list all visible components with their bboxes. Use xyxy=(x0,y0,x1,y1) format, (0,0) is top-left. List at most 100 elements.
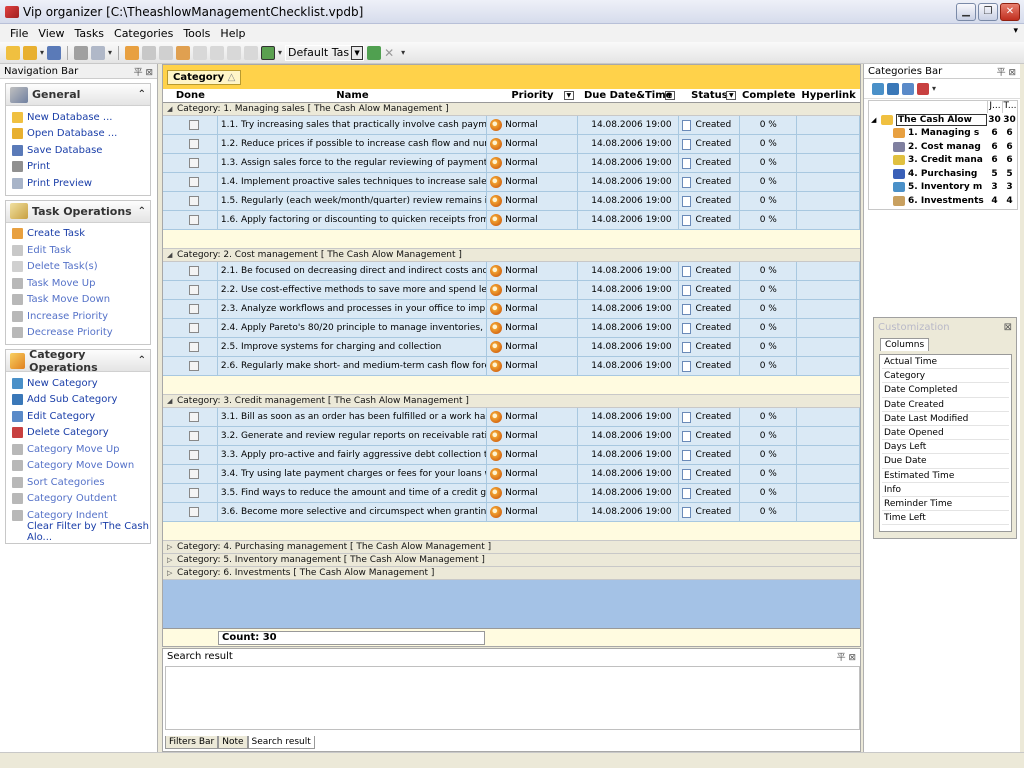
hyperlink-cell[interactable] xyxy=(797,357,861,375)
hyperlink-cell[interactable] xyxy=(797,319,861,337)
menu-file[interactable]: File xyxy=(10,27,28,40)
column-list-item[interactable]: Info xyxy=(882,483,1009,497)
column-list-item[interactable]: Category xyxy=(882,369,1009,384)
complete-cell[interactable]: 0 % xyxy=(740,173,798,191)
task-name-cell[interactable]: 2.5. Improve systems for charging and co… xyxy=(218,338,488,356)
priority-cell[interactable]: Normal xyxy=(487,503,578,521)
priority-cell[interactable]: Normal xyxy=(487,357,578,375)
table-row[interactable]: 2.1. Be focused on decreasing direct and… xyxy=(163,262,861,281)
delete-task-icon[interactable] xyxy=(159,45,174,60)
due-date-cell[interactable]: 14.08.2006 19:00 xyxy=(578,319,679,337)
tree-node[interactable]: 3. Credit mana 6 6 xyxy=(869,154,1017,168)
status-cell[interactable]: Created xyxy=(679,446,741,464)
task-name-cell[interactable]: 3.4. Try using late payment charges or f… xyxy=(218,465,488,483)
nav-item-new-database[interactable]: New Database ... xyxy=(6,109,150,126)
table-row[interactable]: 1.4. Implement proactive sales technique… xyxy=(163,173,861,192)
status-cell[interactable]: Created xyxy=(679,484,741,502)
status-cell[interactable]: Created xyxy=(679,427,741,445)
task-name-cell[interactable]: 3.3. Apply pro-active and fairly aggress… xyxy=(218,446,488,464)
expand-icon[interactable]: ▷ xyxy=(167,556,177,564)
task-name-cell[interactable]: 1.5. Regularly (each week/month/quarter)… xyxy=(218,192,488,210)
nav-item-increase-priority[interactable]: Increase Priority xyxy=(6,308,150,325)
menu-tasks[interactable]: Tasks xyxy=(75,27,104,40)
task-name-cell[interactable]: 3.5. Find ways to reduce the amount and … xyxy=(218,484,488,502)
group-by-category-chip[interactable]: Category △ xyxy=(167,69,242,85)
chevron-down-icon[interactable]: ▼ xyxy=(351,45,364,60)
due-date-cell[interactable]: 14.08.2006 19:00 xyxy=(578,154,679,172)
filter-dropdown-icon[interactable]: ▼ xyxy=(726,91,737,100)
priority-cell[interactable]: Normal xyxy=(487,116,578,134)
collapse-icon[interactable]: ◢ xyxy=(167,251,177,259)
complete-cell[interactable]: 0 % xyxy=(740,357,798,375)
table-row[interactable]: 2.4. Apply Pareto's 80/20 principle to m… xyxy=(163,319,861,338)
nav-item-clear-filter[interactable]: Clear Filter by 'The Cash Alo... xyxy=(6,521,150,543)
status-cell[interactable]: Created xyxy=(679,408,741,426)
hyperlink-cell[interactable] xyxy=(797,300,861,318)
complete-cell[interactable]: 0 % xyxy=(740,192,798,210)
task-name-cell[interactable]: 1.2. Reduce prices if possible to increa… xyxy=(218,135,488,153)
menu-tools[interactable]: Tools xyxy=(183,27,210,40)
complete-cell[interactable]: 0 % xyxy=(740,281,798,299)
done-checkbox[interactable] xyxy=(189,266,199,276)
nav-item-new-category[interactable]: New Category xyxy=(6,375,150,392)
priority-cell[interactable]: Normal xyxy=(487,465,578,483)
column-header-done[interactable]: Done xyxy=(163,89,218,102)
done-checkbox[interactable] xyxy=(189,507,199,517)
nav-item-decrease-priority[interactable]: Decrease Priority xyxy=(6,325,150,342)
complete-cell[interactable]: 0 % xyxy=(740,135,798,153)
table-row[interactable]: 3.3. Apply pro-active and fairly aggress… xyxy=(163,446,861,465)
priority-cell[interactable]: Normal xyxy=(487,300,578,318)
tree-node[interactable]: 2. Cost manag 6 6 xyxy=(869,140,1017,154)
status-cell[interactable]: Created xyxy=(679,211,741,229)
due-date-cell[interactable]: 14.08.2006 19:00 xyxy=(578,427,679,445)
nav-item-print[interactable]: Print xyxy=(6,159,150,176)
hyperlink-cell[interactable] xyxy=(797,446,861,464)
task-name-cell[interactable]: 3.6. Become more selective and circumspe… xyxy=(218,503,488,521)
table-row[interactable]: 2.3. Analyze workflows and processes in … xyxy=(163,300,861,319)
apply-view-icon[interactable] xyxy=(367,45,382,60)
nav-item-create-task[interactable]: Create Task xyxy=(6,226,150,243)
done-checkbox[interactable] xyxy=(189,215,199,225)
hyperlink-cell[interactable] xyxy=(797,192,861,210)
open-database-icon[interactable] xyxy=(23,45,37,60)
done-checkbox[interactable] xyxy=(189,412,199,422)
view-combo[interactable]: Default Tas ▼ xyxy=(285,44,365,61)
column-list-item[interactable]: Time Left xyxy=(882,511,1009,526)
table-row[interactable]: 1.2. Reduce prices if possible to increa… xyxy=(163,135,861,154)
due-date-cell[interactable]: 14.08.2006 19:00 xyxy=(578,173,679,191)
column-list-item[interactable]: Reminder Time xyxy=(882,497,1009,512)
tab-columns[interactable]: Columns xyxy=(880,338,930,351)
chevron-up-icon[interactable]: ⌃ xyxy=(138,206,146,217)
delete-category-icon[interactable] xyxy=(917,82,929,95)
complete-cell[interactable]: 0 % xyxy=(740,154,798,172)
print-preview-icon[interactable] xyxy=(91,45,106,60)
tree-node-root[interactable]: ◢ The Cash Alow 30 30 xyxy=(869,113,1017,127)
hyperlink-cell[interactable] xyxy=(797,503,861,521)
nav-item-edit-task[interactable]: Edit Task xyxy=(6,242,150,259)
add-sub-category-icon[interactable] xyxy=(887,82,899,95)
hyperlink-cell[interactable] xyxy=(797,173,861,191)
due-date-cell[interactable]: 14.08.2006 19:00 xyxy=(578,484,679,502)
delete-view-icon[interactable]: ✕ xyxy=(384,46,398,60)
chevron-down-icon[interactable]: ▾ xyxy=(40,48,44,57)
priority-cell[interactable]: Normal xyxy=(487,154,578,172)
done-checkbox[interactable] xyxy=(189,196,199,206)
pin-close-icon[interactable]: 平 ⊠ xyxy=(837,650,856,663)
nav-item-edit-category[interactable]: Edit Category xyxy=(6,408,150,425)
hyperlink-cell[interactable] xyxy=(797,116,861,134)
hyperlink-cell[interactable] xyxy=(797,281,861,299)
close-icon[interactable]: ⊠ xyxy=(1004,322,1012,333)
print-icon[interactable] xyxy=(74,45,89,60)
new-task-row[interactable] xyxy=(163,230,860,249)
hyperlink-cell[interactable] xyxy=(797,408,861,426)
done-checkbox[interactable] xyxy=(189,120,199,130)
nav-item-category-outdent[interactable]: Category Outdent xyxy=(6,491,150,508)
hyperlink-cell[interactable] xyxy=(797,427,861,445)
priority-cell[interactable]: Normal xyxy=(487,262,578,280)
due-date-cell[interactable]: 14.08.2006 19:00 xyxy=(578,446,679,464)
group-row[interactable]: ▷ Category: 4. Purchasing management [ Th… xyxy=(163,541,860,554)
complete-cell[interactable]: 0 % xyxy=(740,211,798,229)
new-task-row[interactable] xyxy=(163,376,860,395)
done-checkbox[interactable] xyxy=(189,158,199,168)
new-task-row[interactable] xyxy=(163,522,860,541)
